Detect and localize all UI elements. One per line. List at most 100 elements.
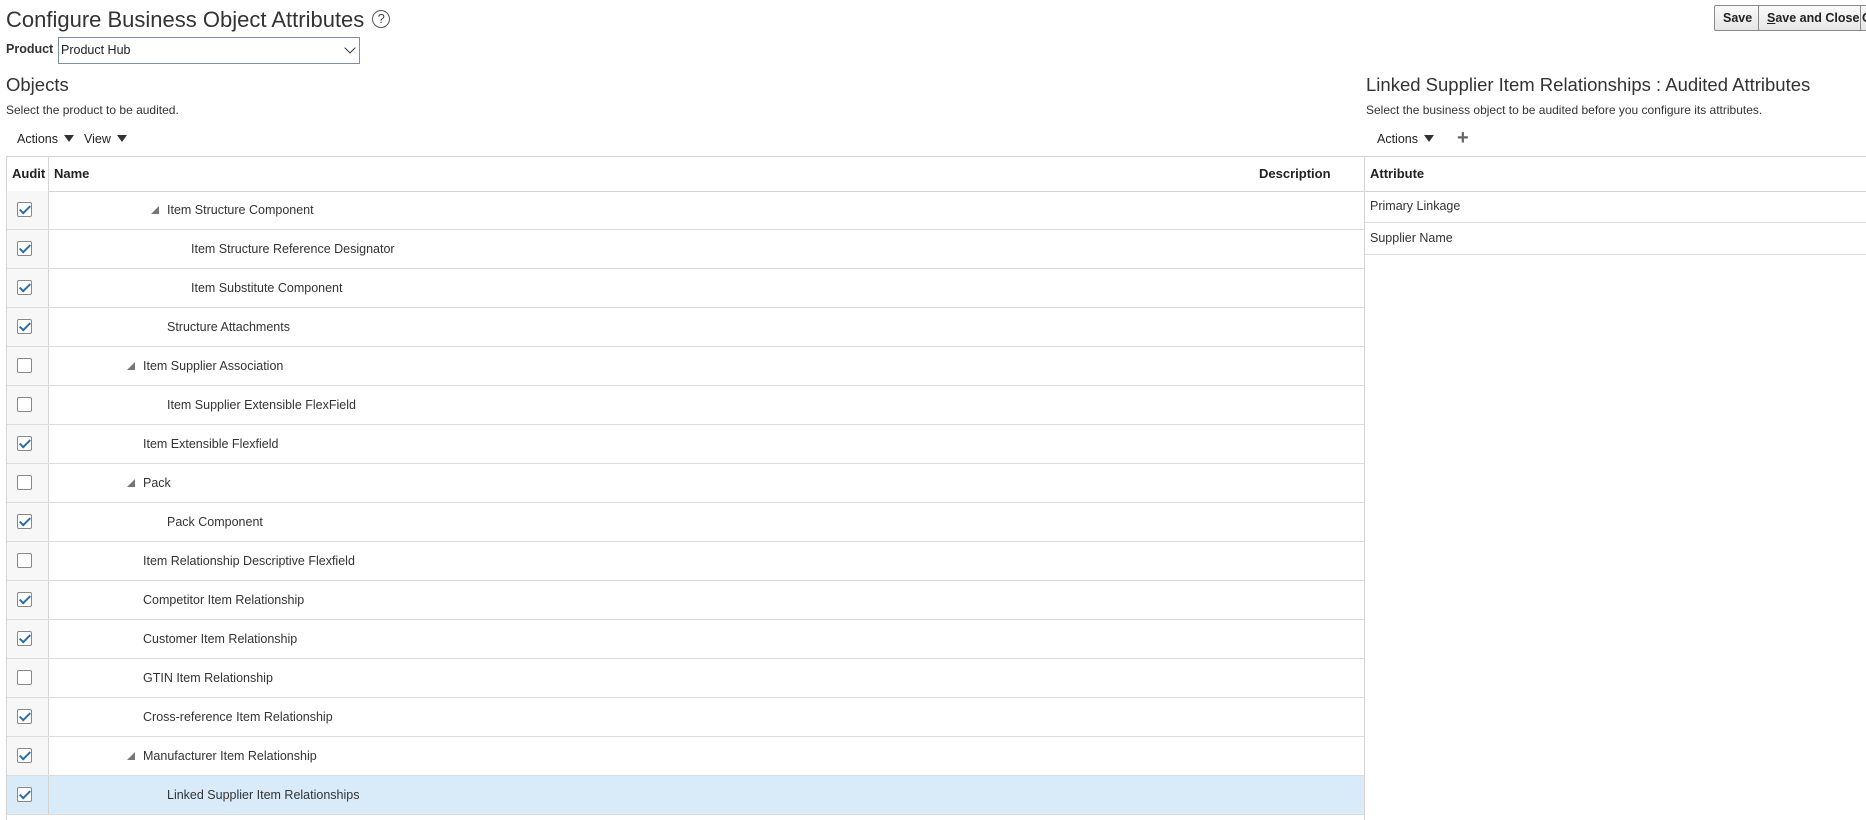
audit-checkbox[interactable] bbox=[17, 748, 32, 763]
audit-checkbox[interactable] bbox=[17, 592, 32, 607]
audit-checkbox[interactable] bbox=[17, 631, 32, 646]
table-row[interactable]: Pack Component bbox=[7, 503, 1364, 542]
objects-hint: Select the product to be audited. bbox=[6, 103, 179, 117]
objects-table-header: Audit Name Description bbox=[7, 157, 1364, 192]
audit-column-header[interactable]: Audit bbox=[12, 157, 45, 191]
expanded-triangle-icon[interactable] bbox=[127, 362, 135, 370]
attributes-table: Attribute Primary Linkage Supplier Name bbox=[1364, 156, 1866, 820]
column-divider bbox=[48, 737, 49, 775]
table-row[interactable]: Cross-reference Item Relationship bbox=[7, 698, 1364, 737]
checkmark-icon bbox=[18, 592, 32, 605]
objects-title: Objects bbox=[6, 74, 69, 95]
checkmark-icon bbox=[18, 319, 32, 332]
checkmark-icon bbox=[18, 436, 32, 449]
object-name: Manufacturer Item Relationship bbox=[143, 749, 317, 763]
table-row[interactable]: Item Substitute Component bbox=[7, 269, 1364, 308]
objects-actions-menu[interactable]: Actions bbox=[17, 132, 74, 146]
chevron-down-icon bbox=[344, 42, 356, 54]
table-row[interactable]: Structure Attachments bbox=[7, 308, 1364, 347]
column-divider bbox=[48, 503, 49, 541]
audit-checkbox[interactable] bbox=[17, 358, 32, 373]
audit-cell bbox=[7, 308, 48, 346]
table-row[interactable]: Item Structure Component bbox=[7, 191, 1364, 230]
table-row[interactable]: Item Extensible Flexfield bbox=[7, 425, 1364, 464]
table-row[interactable]: Linked Supplier Item Relationships bbox=[7, 776, 1364, 815]
table-row[interactable]: GTIN Item Relationship bbox=[7, 659, 1364, 698]
expanded-triangle-icon[interactable] bbox=[127, 479, 135, 487]
audit-checkbox[interactable] bbox=[17, 553, 32, 568]
column-divider bbox=[48, 542, 49, 580]
name-column-header[interactable]: Name bbox=[54, 157, 89, 191]
attributes-table-header: Attribute bbox=[1365, 157, 1866, 192]
objects-view-menu[interactable]: View bbox=[84, 132, 127, 146]
audit-cell bbox=[7, 581, 48, 619]
plus-icon[interactable]: + bbox=[1457, 128, 1469, 148]
attributes-actions-menu[interactable]: Actions bbox=[1377, 132, 1434, 146]
expanded-triangle-icon[interactable] bbox=[151, 206, 159, 214]
attributes-actions-label: Actions bbox=[1377, 132, 1418, 146]
description-column-header[interactable]: Description bbox=[1259, 157, 1331, 191]
audit-checkbox[interactable] bbox=[17, 319, 32, 334]
attribute-row[interactable]: Primary Linkage bbox=[1365, 191, 1866, 223]
audit-checkbox[interactable] bbox=[17, 670, 32, 685]
product-select-value: Product Hub bbox=[61, 43, 131, 57]
save-and-close-button[interactable]: Save and Close bbox=[1758, 5, 1866, 31]
object-name: Item Relationship Descriptive Flexfield bbox=[143, 554, 355, 568]
object-name: Item Supplier Association bbox=[143, 359, 284, 373]
column-divider bbox=[48, 776, 49, 814]
column-divider bbox=[48, 191, 49, 229]
checkmark-icon bbox=[18, 202, 32, 215]
audit-checkbox[interactable] bbox=[17, 202, 32, 217]
audit-checkbox[interactable] bbox=[17, 787, 32, 802]
help-icon[interactable]: ? bbox=[372, 10, 391, 29]
audit-cell bbox=[7, 425, 48, 463]
table-row[interactable]: Competitor Item Relationship bbox=[7, 581, 1364, 620]
object-name: GTIN Item Relationship bbox=[143, 671, 273, 685]
object-name: Cross-reference Item Relationship bbox=[143, 710, 333, 724]
audit-cell bbox=[7, 542, 48, 580]
table-row[interactable]: Item Supplier Association bbox=[7, 347, 1364, 386]
save-button[interactable]: Save bbox=[1714, 5, 1762, 31]
table-row[interactable]: Manufacturer Item Relationship bbox=[7, 737, 1364, 776]
table-row[interactable]: Pack bbox=[7, 464, 1364, 503]
product-select[interactable]: Product Hub bbox=[58, 37, 360, 64]
expanded-triangle-icon[interactable] bbox=[127, 752, 135, 760]
audit-cell bbox=[7, 464, 48, 502]
column-divider bbox=[48, 620, 49, 658]
table-row[interactable]: Customer Item Relationship bbox=[7, 620, 1364, 659]
column-divider bbox=[48, 269, 49, 307]
object-name: Competitor Item Relationship bbox=[143, 593, 305, 607]
object-name: Item Substitute Component bbox=[191, 281, 343, 295]
product-label: Product bbox=[6, 42, 54, 56]
checkmark-icon bbox=[18, 514, 32, 527]
page-title: Configure Business Object Attributes? bbox=[6, 7, 391, 33]
attribute-row[interactable]: Supplier Name bbox=[1365, 223, 1866, 255]
objects-view-label: View bbox=[84, 132, 111, 146]
audit-cell bbox=[7, 230, 48, 268]
audit-checkbox[interactable] bbox=[17, 709, 32, 724]
audit-cell bbox=[7, 620, 48, 658]
column-divider bbox=[48, 230, 49, 268]
audit-checkbox[interactable] bbox=[17, 397, 32, 412]
cancel-button[interactable]: C bbox=[1860, 5, 1866, 31]
table-row[interactable]: Item Structure Reference Designator bbox=[7, 230, 1364, 269]
column-divider bbox=[48, 425, 49, 463]
objects-actions-label: Actions bbox=[17, 132, 58, 146]
audit-checkbox[interactable] bbox=[17, 241, 32, 256]
checkmark-icon bbox=[18, 631, 32, 644]
attribute-column-header[interactable]: Attribute bbox=[1370, 157, 1424, 191]
audit-cell bbox=[7, 191, 48, 229]
page-title-text: Configure Business Object Attributes bbox=[6, 7, 365, 32]
table-row[interactable]: Item Relationship Descriptive Flexfield bbox=[7, 542, 1364, 581]
audit-checkbox[interactable] bbox=[17, 475, 32, 490]
save-and-close-label: ave and Close bbox=[1775, 11, 1860, 25]
audit-checkbox[interactable] bbox=[17, 280, 32, 295]
column-divider bbox=[48, 659, 49, 697]
audit-cell bbox=[7, 776, 48, 814]
column-divider bbox=[48, 698, 49, 736]
audit-checkbox[interactable] bbox=[17, 514, 32, 529]
table-row[interactable]: Item Supplier Extensible FlexField bbox=[7, 386, 1364, 425]
object-name: Item Structure Component bbox=[167, 203, 314, 217]
object-name: Item Supplier Extensible FlexField bbox=[167, 398, 356, 412]
audit-checkbox[interactable] bbox=[17, 436, 32, 451]
